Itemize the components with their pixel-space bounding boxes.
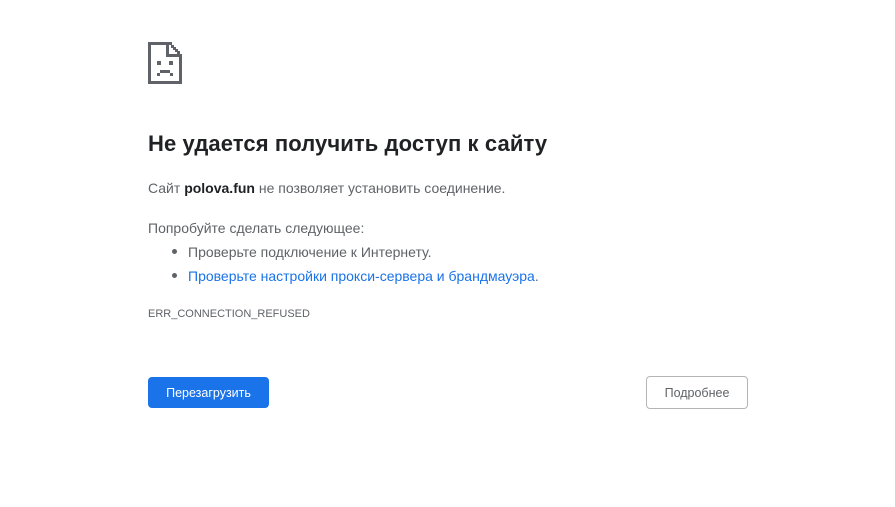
suggestions-list: Проверьте подключение к Интернету. Прове…	[148, 242, 539, 290]
reload-button[interactable]: Перезагрузить	[148, 377, 269, 408]
desc-suffix: не позволяет установить соединение.	[254, 180, 506, 196]
error-code: ERR_CONNECTION_REFUSED	[148, 308, 310, 320]
proxy-firewall-link[interactable]: Проверьте настройки прокси-сервера и бра…	[188, 268, 535, 284]
error-description: Сайт polova.fun не позволяет установить …	[148, 180, 505, 196]
bullet-icon	[172, 273, 177, 278]
bullet-icon	[172, 249, 177, 254]
error-title: Не удается получить доступ к сайту	[148, 131, 548, 156]
list-item: Проверьте подключение к Интернету.	[148, 242, 539, 266]
details-button[interactable]: Подробнее	[646, 376, 748, 409]
list-item: Проверьте настройки прокси-сервера и бра…	[148, 266, 539, 290]
sad-document-icon	[148, 42, 182, 84]
error-page: Не удается получить доступ к сайту Сайт …	[0, 0, 895, 507]
desc-prefix: Сайт	[148, 180, 185, 196]
suggestions-label: Попробуйте сделать следующее:	[148, 220, 365, 236]
suggestion-check-connection: Проверьте подключение к Интернету.	[188, 244, 432, 260]
suggestion-period: .	[534, 268, 539, 284]
site-name: polova.fun	[184, 180, 255, 196]
